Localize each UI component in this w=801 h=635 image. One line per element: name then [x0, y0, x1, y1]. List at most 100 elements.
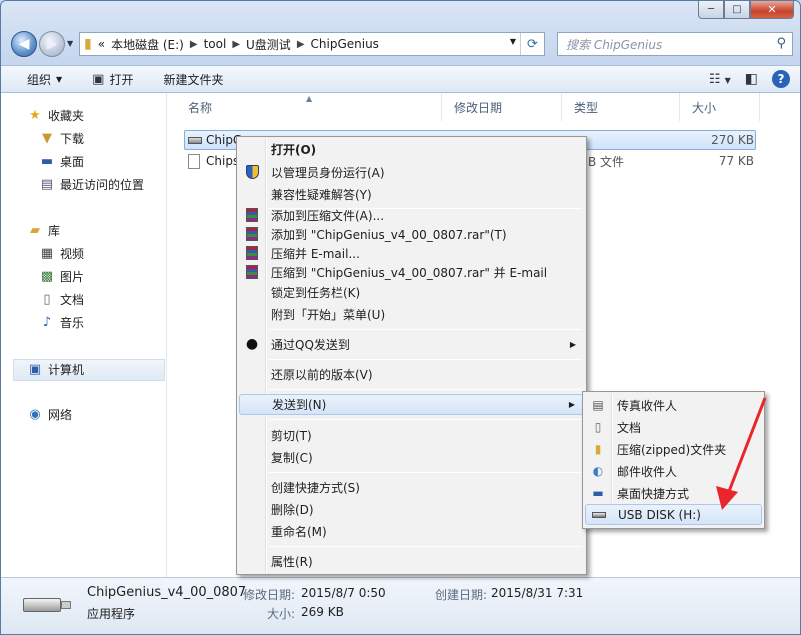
- breadcrumb-separator-icon[interactable]: ▶: [232, 39, 240, 50]
- desktop-icon: ▬: [592, 486, 604, 500]
- new-folder-button[interactable]: 新建文件夹: [163, 71, 223, 88]
- music-icon: ♪: [42, 315, 52, 330]
- breadcrumb-tool[interactable]: tool: [204, 37, 227, 51]
- forward-button[interactable]: ▶: [39, 31, 65, 57]
- menu-item-mail-recipient[interactable]: ◐ 邮件收件人: [585, 461, 762, 482]
- sidebar-item-computer[interactable]: ▣ 计算机: [27, 361, 84, 378]
- address-history-dropdown[interactable]: ▼: [510, 37, 516, 46]
- context-menu: 打开(O) 以管理员身份运行(A) 兼容性疑难解答(Y) 添加到压缩文件(A).…: [236, 136, 587, 575]
- sidebar-item-downloads[interactable]: ▼ 下载: [39, 130, 84, 147]
- menu-item-add-to-rar[interactable]: 添加到 "ChipGenius_v4_00_0807.rar"(T): [239, 224, 584, 245]
- address-bar[interactable]: ▮ « 本地磁盘 (E:) ▶ tool ▶ U盘测试 ▶ ChipGenius…: [79, 32, 545, 56]
- desktop-icon: ▬: [40, 154, 54, 169]
- winrar-icon: [244, 245, 260, 261]
- breadcrumb-separator-icon[interactable]: ▶: [190, 39, 198, 50]
- details-pane: ChipGenius_v4_00_0807 应用程序 修改日期: 2015/8/…: [1, 577, 800, 634]
- menu-item-documents[interactable]: ▯ 文档: [585, 417, 762, 438]
- column-header-size[interactable]: 大小: [680, 93, 760, 121]
- menu-item-properties[interactable]: 属性(R): [239, 551, 584, 572]
- menu-item-fax-recipient[interactable]: ▤ 传真收件人: [585, 395, 762, 416]
- sidebar-item-favorites[interactable]: ★ 收藏夹: [27, 107, 84, 124]
- refresh-icon[interactable]: ⟳: [520, 33, 544, 55]
- menu-item-usb-disk[interactable]: USB DISK (H:): [585, 504, 762, 525]
- breadcrumb-chipgenius[interactable]: ChipGenius: [311, 37, 379, 51]
- minimize-button[interactable]: ─: [698, 1, 724, 19]
- sidebar-item-pictures[interactable]: ▩ 图片: [39, 268, 84, 285]
- menu-separator: [269, 472, 582, 473]
- search-icon[interactable]: ⚲: [776, 36, 786, 51]
- sidebar-item-videos[interactable]: ▦ 视频: [39, 245, 84, 262]
- caption-buttons: ─ □ ✕: [698, 1, 794, 19]
- menu-item-rename[interactable]: 重命名(M): [239, 521, 584, 542]
- sidebar-item-recent[interactable]: ▤ 最近访问的位置: [39, 176, 144, 193]
- back-button[interactable]: ◀: [11, 31, 37, 57]
- file-size: 270 KB: [711, 133, 754, 147]
- menu-item-compress-email[interactable]: 压缩并 E-mail...: [239, 243, 584, 264]
- breadcrumb-usb-test[interactable]: U盘测试: [246, 36, 291, 53]
- details-created-label: 创建日期:: [435, 588, 488, 602]
- menu-item-open[interactable]: 打开(O): [239, 139, 584, 160]
- sidebar-item-libraries[interactable]: ▰ 库: [27, 222, 60, 239]
- network-icon: ◉: [29, 407, 41, 422]
- sidebar-item-music[interactable]: ♪ 音乐: [39, 314, 84, 331]
- folder-icon: ▮: [84, 36, 92, 52]
- menu-item-compress-rar-email[interactable]: 压缩到 "ChipGenius_v4_00_0807.rar" 并 E-mail: [239, 262, 584, 283]
- column-header-type[interactable]: 类型: [562, 93, 680, 121]
- recent-pages-dropdown[interactable]: ▼: [67, 39, 73, 48]
- address-row: ◀ ▶ ▼ ▮ « 本地磁盘 (E:) ▶ tool ▶ U盘测试 ▶ Chip…: [9, 29, 793, 59]
- table-row[interactable]: Chips: [188, 151, 239, 171]
- menu-item-zip-folder[interactable]: ▮ 压缩(zipped)文件夹: [585, 439, 762, 460]
- breadcrumb-overflow[interactable]: «: [98, 37, 105, 51]
- submenu-arrow-icon: ▶: [569, 340, 576, 349]
- details-modified-value: 2015/8/7 0:50: [301, 586, 386, 600]
- sidebar-item-documents[interactable]: ▯ 文档: [39, 291, 84, 308]
- text-file-icon: [188, 153, 200, 169]
- navigation-pane: ★ 收藏夹 ▼ 下载 ▬ 桌面 ▤ 最近访问的位置 ▰ 库 ▦ 视频 ▩ 图片 …: [1, 93, 167, 577]
- open-button[interactable]: ▣ 打开: [92, 71, 133, 88]
- file-name: Chips: [206, 154, 240, 168]
- open-label: 打开: [109, 72, 134, 87]
- menu-item-run-as-admin[interactable]: 以管理员身份运行(A): [239, 162, 584, 183]
- file-type: B 文件: [588, 154, 625, 169]
- menu-item-desktop-shortcut[interactable]: ▬ 桌面快捷方式: [585, 483, 762, 504]
- change-view-icon[interactable]: ☷ ▼: [709, 72, 731, 87]
- file-size: 77 KB: [718, 154, 754, 168]
- maximize-button[interactable]: □: [724, 1, 750, 19]
- details-file-type: 应用程序: [87, 607, 136, 621]
- menu-item-send-to[interactable]: 发送到(N) ▶: [239, 394, 584, 415]
- winrar-icon: [244, 264, 260, 280]
- organize-button[interactable]: 组织 ▼: [27, 71, 62, 88]
- document-icon: ▯: [594, 420, 602, 434]
- search-input[interactable]: 搜索 ChipGenius ⚲: [557, 32, 793, 56]
- close-button[interactable]: ✕: [750, 1, 794, 19]
- menu-item-send-via-qq[interactable]: ● 通过QQ发送到 ▶: [239, 334, 584, 355]
- video-icon: ▦: [40, 246, 54, 261]
- winrar-icon: [244, 207, 260, 223]
- column-header-date[interactable]: 修改日期: [442, 93, 562, 121]
- organize-label: 组织: [27, 72, 52, 87]
- menu-item-cut[interactable]: 剪切(T): [239, 425, 584, 446]
- menu-item-pin-taskbar[interactable]: 锁定到任务栏(K): [239, 282, 584, 303]
- pictures-icon: ▩: [40, 269, 54, 284]
- sidebar-item-desktop[interactable]: ▬ 桌面: [39, 153, 84, 170]
- sidebar-item-network[interactable]: ◉ 网络: [27, 406, 72, 423]
- breadcrumb-separator-icon[interactable]: ▶: [297, 39, 305, 50]
- menu-item-pin-start[interactable]: 附到「开始」菜单(U): [239, 304, 584, 325]
- mail-icon: ◐: [592, 464, 604, 478]
- menu-separator: [269, 359, 582, 360]
- menu-item-troubleshoot[interactable]: 兼容性疑难解答(Y): [239, 184, 584, 205]
- details-created-value: 2015/8/31 7:31: [491, 586, 584, 600]
- back-arrow-icon: ◀: [18, 36, 30, 52]
- preview-pane-icon[interactable]: ◧: [745, 71, 758, 87]
- menu-separator: [269, 329, 582, 330]
- submenu-arrow-icon: ▶: [568, 400, 575, 409]
- menu-item-add-to-archive[interactable]: 添加到压缩文件(A)...: [239, 205, 584, 226]
- menu-item-restore-versions[interactable]: 还原以前的版本(V): [239, 364, 584, 385]
- menu-item-delete[interactable]: 删除(D): [239, 499, 584, 520]
- help-icon[interactable]: ?: [772, 70, 790, 88]
- zip-folder-icon: ▮: [594, 442, 602, 456]
- uac-shield-icon: [244, 164, 260, 180]
- breadcrumb-drive[interactable]: 本地磁盘 (E:): [111, 36, 184, 53]
- menu-item-copy[interactable]: 复制(C): [239, 447, 584, 468]
- menu-item-create-shortcut[interactable]: 创建快捷方式(S): [239, 477, 584, 498]
